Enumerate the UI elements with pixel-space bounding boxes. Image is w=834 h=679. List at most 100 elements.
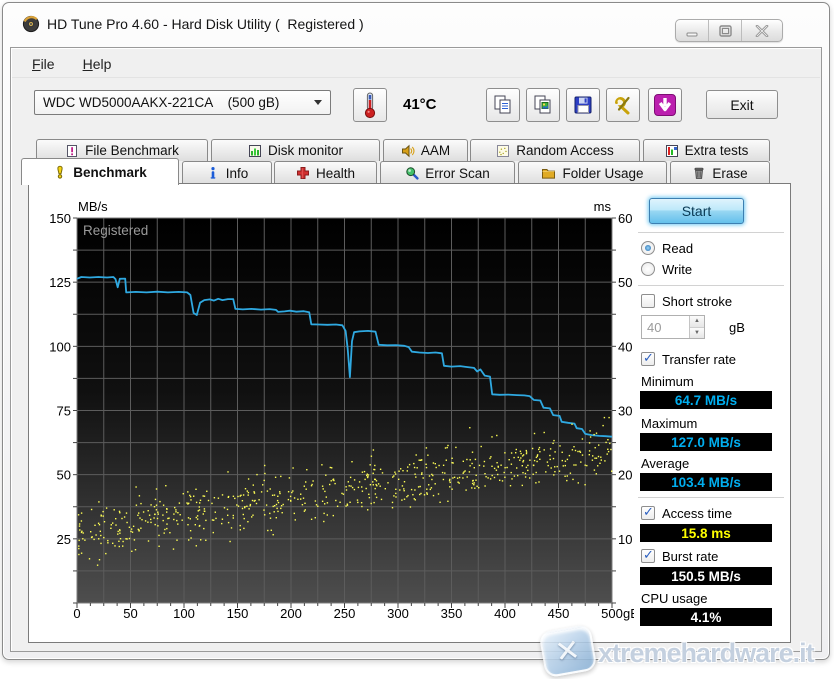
screenshot-download-button[interactable]: [648, 88, 682, 122]
tab-label: Folder Usage: [562, 165, 644, 181]
close-icon: [755, 24, 769, 37]
window-controls: [675, 19, 783, 42]
disk-monitor-icon: [248, 144, 261, 157]
tab-health[interactable]: Health: [274, 161, 377, 184]
average-label: Average: [641, 455, 690, 471]
spinner-down-icon[interactable]: ▼: [690, 327, 704, 338]
svg-text:gB: gB: [623, 606, 634, 621]
menu-file[interactable]: File: [32, 56, 55, 72]
maximize-icon: [718, 24, 732, 37]
svg-text:100: 100: [49, 339, 71, 354]
app-icon: [22, 15, 40, 33]
tab-extra-tests[interactable]: Extra tests: [643, 139, 770, 161]
write-radio-row[interactable]: Write: [641, 260, 692, 278]
tab-info[interactable]: Info: [182, 161, 272, 184]
tab-benchmark[interactable]: Benchmark: [21, 158, 179, 185]
svg-text:25: 25: [57, 532, 71, 547]
svg-text:300: 300: [387, 606, 409, 621]
svg-text:MB/s: MB/s: [78, 199, 108, 214]
maximize-button[interactable]: [709, 20, 742, 41]
minimum-label: Minimum: [641, 373, 694, 389]
save-button[interactable]: [566, 88, 600, 122]
drive-select-dropdown[interactable]: WDC WD5000AAKX-221CA (500 gB): [34, 90, 331, 115]
svg-text:450: 450: [548, 606, 570, 621]
benchmark-controls: Start Read Write Short stroke 40 ▲ ▼ gB …: [634, 184, 790, 642]
tab-folder-usage[interactable]: Folder Usage: [518, 161, 667, 184]
read-label: Read: [662, 240, 694, 256]
short-stroke-size-spinner[interactable]: 40 ▲ ▼: [641, 315, 705, 339]
tab-random-access[interactable]: Random Access: [470, 139, 640, 161]
temperature-value: 41°C: [403, 96, 437, 113]
read-radio-row[interactable]: Read: [641, 239, 693, 257]
svg-text:30: 30: [618, 404, 632, 419]
access-time-checkbox[interactable]: [641, 504, 655, 520]
access-time-row[interactable]: Access time: [641, 504, 732, 522]
trash-icon: [694, 167, 704, 179]
svg-text:400: 400: [494, 606, 516, 621]
read-radio[interactable]: [641, 241, 655, 255]
spinner-value: 40: [647, 319, 662, 335]
transfer-rate-row[interactable]: Transfer rate: [641, 350, 736, 368]
benchmark-chart: 0 50 100 150 200 250 300 350 400 450 500gB 150 125 10…: [49, 199, 634, 621]
start-label: Start: [681, 203, 712, 219]
drive-select-value: WDC WD5000AAKX-221CA (500 gB): [43, 95, 280, 110]
tab-label: Benchmark: [73, 164, 147, 180]
close-button[interactable]: [742, 20, 782, 41]
app-window: HD Tune Pro 4.60 - Hard Disk Utility ( R…: [2, 2, 830, 660]
separator: [638, 285, 784, 286]
svg-text:10: 10: [618, 532, 632, 547]
folder-icon: [542, 169, 556, 179]
burst-rate-label: Burst rate: [662, 548, 719, 564]
svg-text:100: 100: [173, 606, 195, 621]
tab-label: Disk monitor: [267, 143, 343, 158]
svg-text:Registered: Registered: [83, 223, 148, 238]
temperature-button[interactable]: [353, 88, 387, 122]
window-title: HD Tune Pro 4.60 - Hard Disk Utility ( R…: [47, 16, 364, 32]
start-button[interactable]: Start: [649, 198, 744, 224]
tab-label: Erase: [712, 165, 748, 181]
tab-disk-monitor[interactable]: Disk monitor: [211, 139, 380, 161]
tab-label: Error Scan: [425, 165, 490, 181]
svg-text:50: 50: [618, 275, 632, 290]
spinner-buttons: ▲ ▼: [689, 316, 704, 338]
tab-aam[interactable]: AAM: [383, 139, 468, 161]
write-radio[interactable]: [641, 262, 655, 276]
svg-text:60: 60: [618, 211, 632, 226]
client-area: File Help WDC WD5000AAKX-221CA (500 gB) …: [10, 47, 822, 652]
health-cross-icon: [296, 167, 309, 179]
svg-text:20: 20: [618, 468, 632, 483]
minimize-button[interactable]: [676, 20, 709, 41]
svg-text:40: 40: [618, 339, 632, 354]
exit-button[interactable]: Exit: [706, 90, 778, 119]
copy-image-button[interactable]: [526, 88, 560, 122]
spinner-up-icon[interactable]: ▲: [690, 316, 704, 328]
svg-text:75: 75: [57, 404, 71, 419]
copy-text-button[interactable]: [486, 88, 520, 122]
tab-label: Info: [225, 165, 249, 181]
tools-button[interactable]: [606, 88, 640, 122]
short-stroke-row[interactable]: Short stroke: [641, 292, 732, 310]
svg-text:50: 50: [57, 468, 71, 483]
file-benchmark-icon: [67, 144, 78, 157]
maximum-value: 127.0 MB/s: [640, 433, 772, 451]
maximum-label: Maximum: [641, 415, 698, 431]
burst-rate-checkbox[interactable]: [641, 547, 655, 563]
cpu-usage-value: 4.1%: [640, 608, 772, 626]
chevron-down-icon: [314, 100, 322, 105]
tab-error-scan[interactable]: Error Scan: [380, 161, 515, 184]
short-stroke-checkbox[interactable]: [641, 294, 655, 308]
svg-text:500: 500: [601, 606, 623, 621]
svg-text:0: 0: [73, 606, 80, 621]
minimum-value: 64.7 MB/s: [640, 391, 772, 409]
svg-text:125: 125: [49, 275, 71, 290]
titlebar: HD Tune Pro 4.60 - Hard Disk Utility ( R…: [3, 3, 829, 45]
transfer-rate-checkbox[interactable]: [641, 350, 655, 366]
menu-help[interactable]: Help: [83, 56, 112, 72]
access-time-label: Access time: [662, 505, 733, 521]
write-label: Write: [662, 261, 693, 277]
download-arrow-icon: [654, 94, 676, 116]
benchmark-icon: [57, 165, 63, 179]
burst-rate-row[interactable]: Burst rate: [641, 547, 718, 565]
save-icon: [574, 96, 592, 114]
tab-erase[interactable]: Erase: [670, 161, 770, 184]
